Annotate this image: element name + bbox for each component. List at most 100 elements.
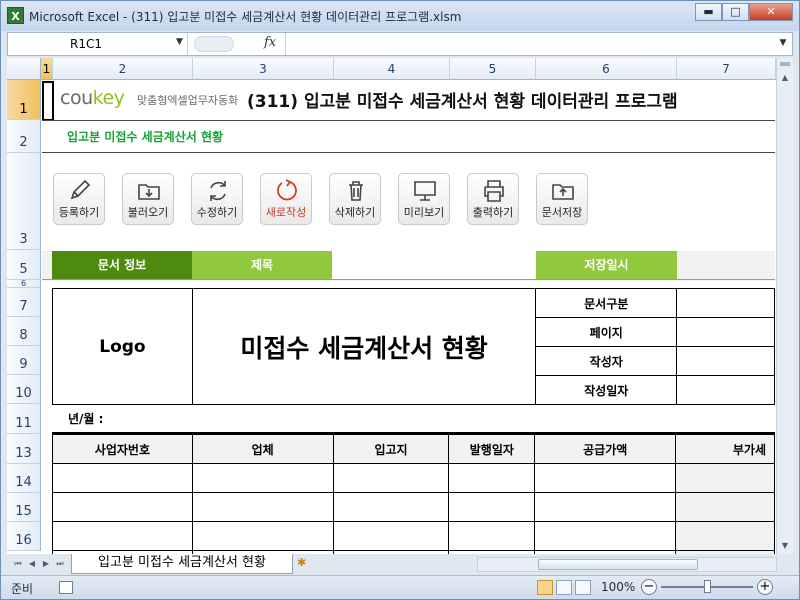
zoom-out-icon[interactable]: − xyxy=(641,579,657,595)
row-header[interactable]: 3 xyxy=(7,153,41,250)
formula-controls: fx xyxy=(192,33,286,55)
meta-value-cell[interactable] xyxy=(676,346,775,376)
zoom-level[interactable]: 100% xyxy=(601,580,635,594)
new-document-button[interactable]: 새로작성 xyxy=(260,173,312,225)
insert-sheet-icon[interactable]: ✱ xyxy=(297,556,313,570)
macro-record-icon[interactable] xyxy=(59,581,73,594)
column-business-number: 사업자번호 xyxy=(52,434,193,464)
column-header[interactable]: 6 xyxy=(536,58,677,80)
normal-view-icon[interactable] xyxy=(537,580,553,595)
saved-at-value-cell[interactable] xyxy=(677,251,775,279)
table-cell[interactable] xyxy=(448,521,536,551)
active-cell[interactable] xyxy=(42,81,54,121)
meta-value-cell[interactable] xyxy=(676,317,775,347)
program-title: (311) 입고분 미접수 세금계산서 현황 데이터관리 프로그램 xyxy=(247,92,678,112)
excel-window: X Microsoft Excel - (311) 입고분 미접수 세금계산서 … xyxy=(0,0,800,600)
tool-label: 수정하기 xyxy=(196,206,238,219)
save-document-button[interactable]: 문서저장 xyxy=(536,173,588,225)
first-sheet-icon[interactable]: ⏮ xyxy=(11,557,25,571)
register-button[interactable]: 등록하기 xyxy=(53,173,105,225)
table-cell[interactable] xyxy=(675,463,775,493)
meta-value-cell[interactable] xyxy=(676,375,775,405)
edit-button[interactable]: 수정하기 xyxy=(191,173,243,225)
row-header[interactable]: 13 xyxy=(7,434,41,464)
sheet-tab[interactable]: 입고분 미접수 세금계산서 현황 xyxy=(71,554,293,574)
column-header[interactable]: 5 xyxy=(450,58,536,80)
row-header[interactable]: 2 xyxy=(7,120,41,153)
column-header[interactable]: 3 xyxy=(193,58,334,80)
row-header[interactable]: 16 xyxy=(7,522,41,551)
page-break-view-icon[interactable] xyxy=(575,580,591,595)
prev-sheet-icon[interactable]: ◀ xyxy=(25,557,39,571)
table-cell[interactable] xyxy=(675,492,775,522)
refresh-icon xyxy=(210,181,226,201)
column-warehouse: 입고지 xyxy=(332,434,450,464)
row-number: 11 xyxy=(15,416,32,431)
row-header[interactable]: 1 xyxy=(7,80,41,120)
table-cell[interactable] xyxy=(534,463,677,493)
coukey-logo: coukey xyxy=(60,87,125,109)
row-header[interactable]: 6 xyxy=(7,279,41,288)
next-sheet-icon[interactable]: ▶ xyxy=(39,557,53,571)
table-cell[interactable] xyxy=(534,492,677,522)
folder-download-icon xyxy=(138,184,160,200)
scroll-down-icon[interactable]: ▼ xyxy=(777,538,793,554)
column-header[interactable]: 4 xyxy=(334,58,450,80)
row-header[interactable]: 11 xyxy=(7,404,41,434)
row-header[interactable]: 5 xyxy=(7,250,41,280)
title-value-cell[interactable] xyxy=(332,251,536,279)
scroll-thumb[interactable] xyxy=(538,559,698,570)
table-cell[interactable] xyxy=(52,492,193,522)
status-ready: 준비 xyxy=(11,582,34,596)
column-header[interactable]: 1 xyxy=(41,58,53,80)
zoom-in-icon[interactable]: + xyxy=(757,579,773,595)
table-cell[interactable] xyxy=(191,521,334,551)
horizontal-scrollbar[interactable] xyxy=(477,557,777,572)
column-company: 업체 xyxy=(191,434,334,464)
row-number: 9 xyxy=(19,357,28,372)
scroll-up-icon[interactable]: ▲ xyxy=(777,70,793,86)
logo-cell: Logo xyxy=(52,288,193,405)
print-button[interactable]: 출력하기 xyxy=(467,173,519,225)
chevron-down-icon[interactable]: ▼ xyxy=(176,37,183,47)
table-cell[interactable] xyxy=(534,521,677,551)
meta-value-cell[interactable] xyxy=(676,288,775,318)
table-cell[interactable] xyxy=(332,463,450,493)
table-cell[interactable] xyxy=(191,463,334,493)
insert-function-icon[interactable]: fx xyxy=(264,35,276,50)
row-header[interactable]: 14 xyxy=(7,464,41,493)
minimize-button[interactable]: ▬ xyxy=(695,3,722,21)
table-cell[interactable] xyxy=(448,492,536,522)
zoom-slider-thumb[interactable] xyxy=(704,580,711,593)
formula-input[interactable] xyxy=(290,33,770,55)
maximize-button[interactable]: □ xyxy=(722,3,749,21)
table-cell[interactable] xyxy=(52,521,193,551)
expand-formula-bar-icon[interactable]: ▼ xyxy=(776,35,790,52)
split-handle[interactable] xyxy=(780,62,790,66)
column-header[interactable]: 7 xyxy=(677,58,776,80)
delete-button[interactable]: 삭제하기 xyxy=(329,173,381,225)
preview-button[interactable]: 미리보기 xyxy=(398,173,450,225)
table-cell[interactable] xyxy=(52,463,193,493)
last-sheet-icon[interactable]: ⏭ xyxy=(53,557,67,571)
vertical-scrollbar[interactable]: ▲ ▼ xyxy=(776,58,793,554)
table-cell[interactable] xyxy=(332,521,450,551)
table-cell[interactable] xyxy=(448,463,536,493)
column-header[interactable]: 2 xyxy=(53,58,193,80)
row-header[interactable]: 15 xyxy=(7,493,41,522)
row-header[interactable]: 10 xyxy=(7,375,41,404)
load-button[interactable]: 불러오기 xyxy=(122,173,174,225)
table-cell[interactable] xyxy=(332,492,450,522)
table-cell[interactable] xyxy=(191,492,334,522)
table-cell[interactable] xyxy=(675,521,775,551)
row-header[interactable]: 8 xyxy=(7,317,41,346)
select-all-corner[interactable] xyxy=(7,58,41,80)
excel-app-icon[interactable]: X xyxy=(7,7,24,24)
tool-label: 미리보기 xyxy=(403,206,445,219)
page-layout-view-icon[interactable] xyxy=(556,580,572,595)
row-header[interactable]: 7 xyxy=(7,288,41,317)
name-box[interactable]: R1C1 xyxy=(8,33,188,55)
row-header[interactable]: 9 xyxy=(7,346,41,375)
tool-label: 등록하기 xyxy=(58,206,100,219)
close-button[interactable]: ✕ xyxy=(749,3,793,21)
